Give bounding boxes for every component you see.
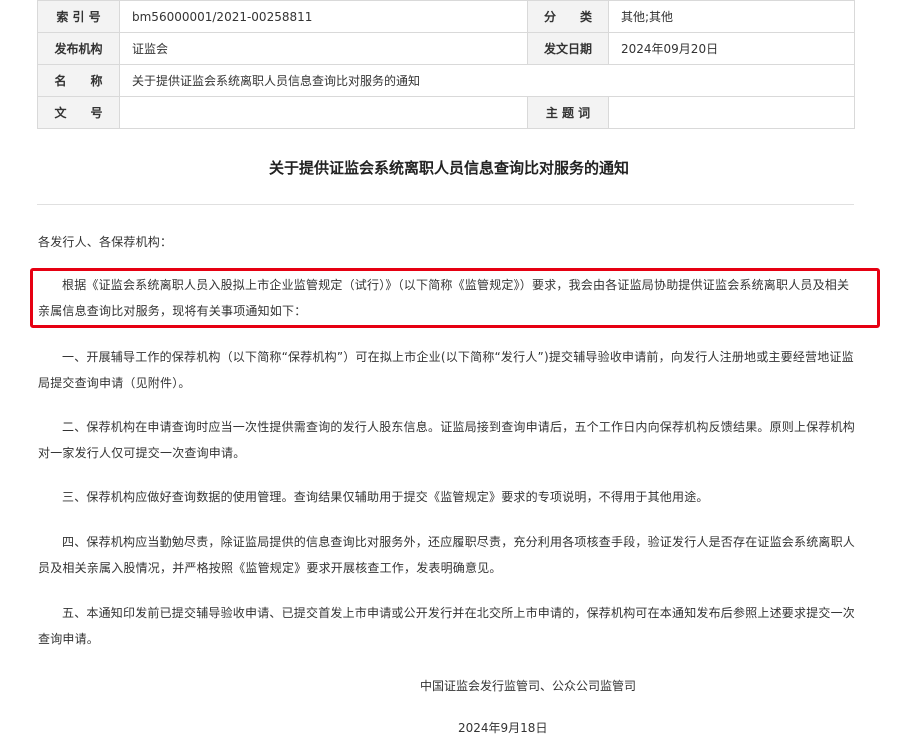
paragraph-1: 一、开展辅导工作的保荐机构（以下简称“保荐机构”）可在拟上市企业(以下简称“发行…: [38, 350, 854, 390]
paragraph-4: 四、保荐机构应当勤勉尽责，除证监局提供的信息查询比对服务外，还应履职尽责，充分利…: [38, 535, 856, 575]
meta-row-name: 名 称 关于提供证监会系统离职人员信息查询比对服务的通知: [37, 64, 855, 97]
docno-label: 文 号: [37, 96, 120, 129]
salutation: 各发行人、各保荐机构：: [38, 235, 173, 249]
category-label: 分 类: [527, 0, 609, 33]
meta-row-issuer: 发布机构 证监会 发文日期 2024年09月20日: [37, 32, 855, 65]
paragraph-3: 三、保荐机构应做好查询数据的使用管理。查询结果仅辅助用于提交《监管规定》要求的专…: [62, 490, 709, 504]
meta-row-index: 索 引 号 bm56000001/2021-00258811 分 类 其他;其他: [37, 0, 855, 33]
subject-label: 主 题 词: [527, 96, 609, 129]
document-title: 关于提供证监会系统离职人员信息查询比对服务的通知: [268, 159, 629, 177]
title-divider: [37, 204, 854, 205]
paragraph-intro: 根据《证监会系统离职人员入股拟上市企业监管规定（试行）》（以下简称《监管规定》）…: [38, 278, 850, 318]
issuer-label: 发布机构: [37, 32, 120, 65]
name-value: 关于提供证监会系统离职人员信息查询比对服务的通知: [119, 64, 855, 97]
signature-date: 2024年9月18日: [458, 721, 548, 735]
document-metadata-table: 索 引 号 bm56000001/2021-00258811 分 类 其他;其他…: [37, 0, 855, 129]
paragraph-2: 二、保荐机构在申请查询时应当一次性提供需查询的发行人股东信息。证监局接到查询申请…: [38, 420, 856, 460]
date-label: 发文日期: [527, 32, 609, 65]
name-label: 名 称: [37, 64, 120, 97]
category-value: 其他;其他: [608, 0, 855, 33]
index-label: 索 引 号: [37, 0, 120, 33]
paragraph-5: 五、本通知印发前已提交辅导验收申请、已提交首发上市申请或公开发行并在北交所上市申…: [38, 606, 856, 646]
date-value: 2024年09月20日: [608, 32, 855, 65]
subject-value: [608, 96, 855, 129]
docno-value: [119, 96, 528, 129]
signature-issuer: 中国证监会发行监管司、公众公司监管司: [420, 679, 637, 693]
index-value: bm56000001/2021-00258811: [119, 0, 528, 33]
meta-row-docno: 文 号 主 题 词: [37, 96, 855, 129]
issuer-value: 证监会: [119, 32, 528, 65]
